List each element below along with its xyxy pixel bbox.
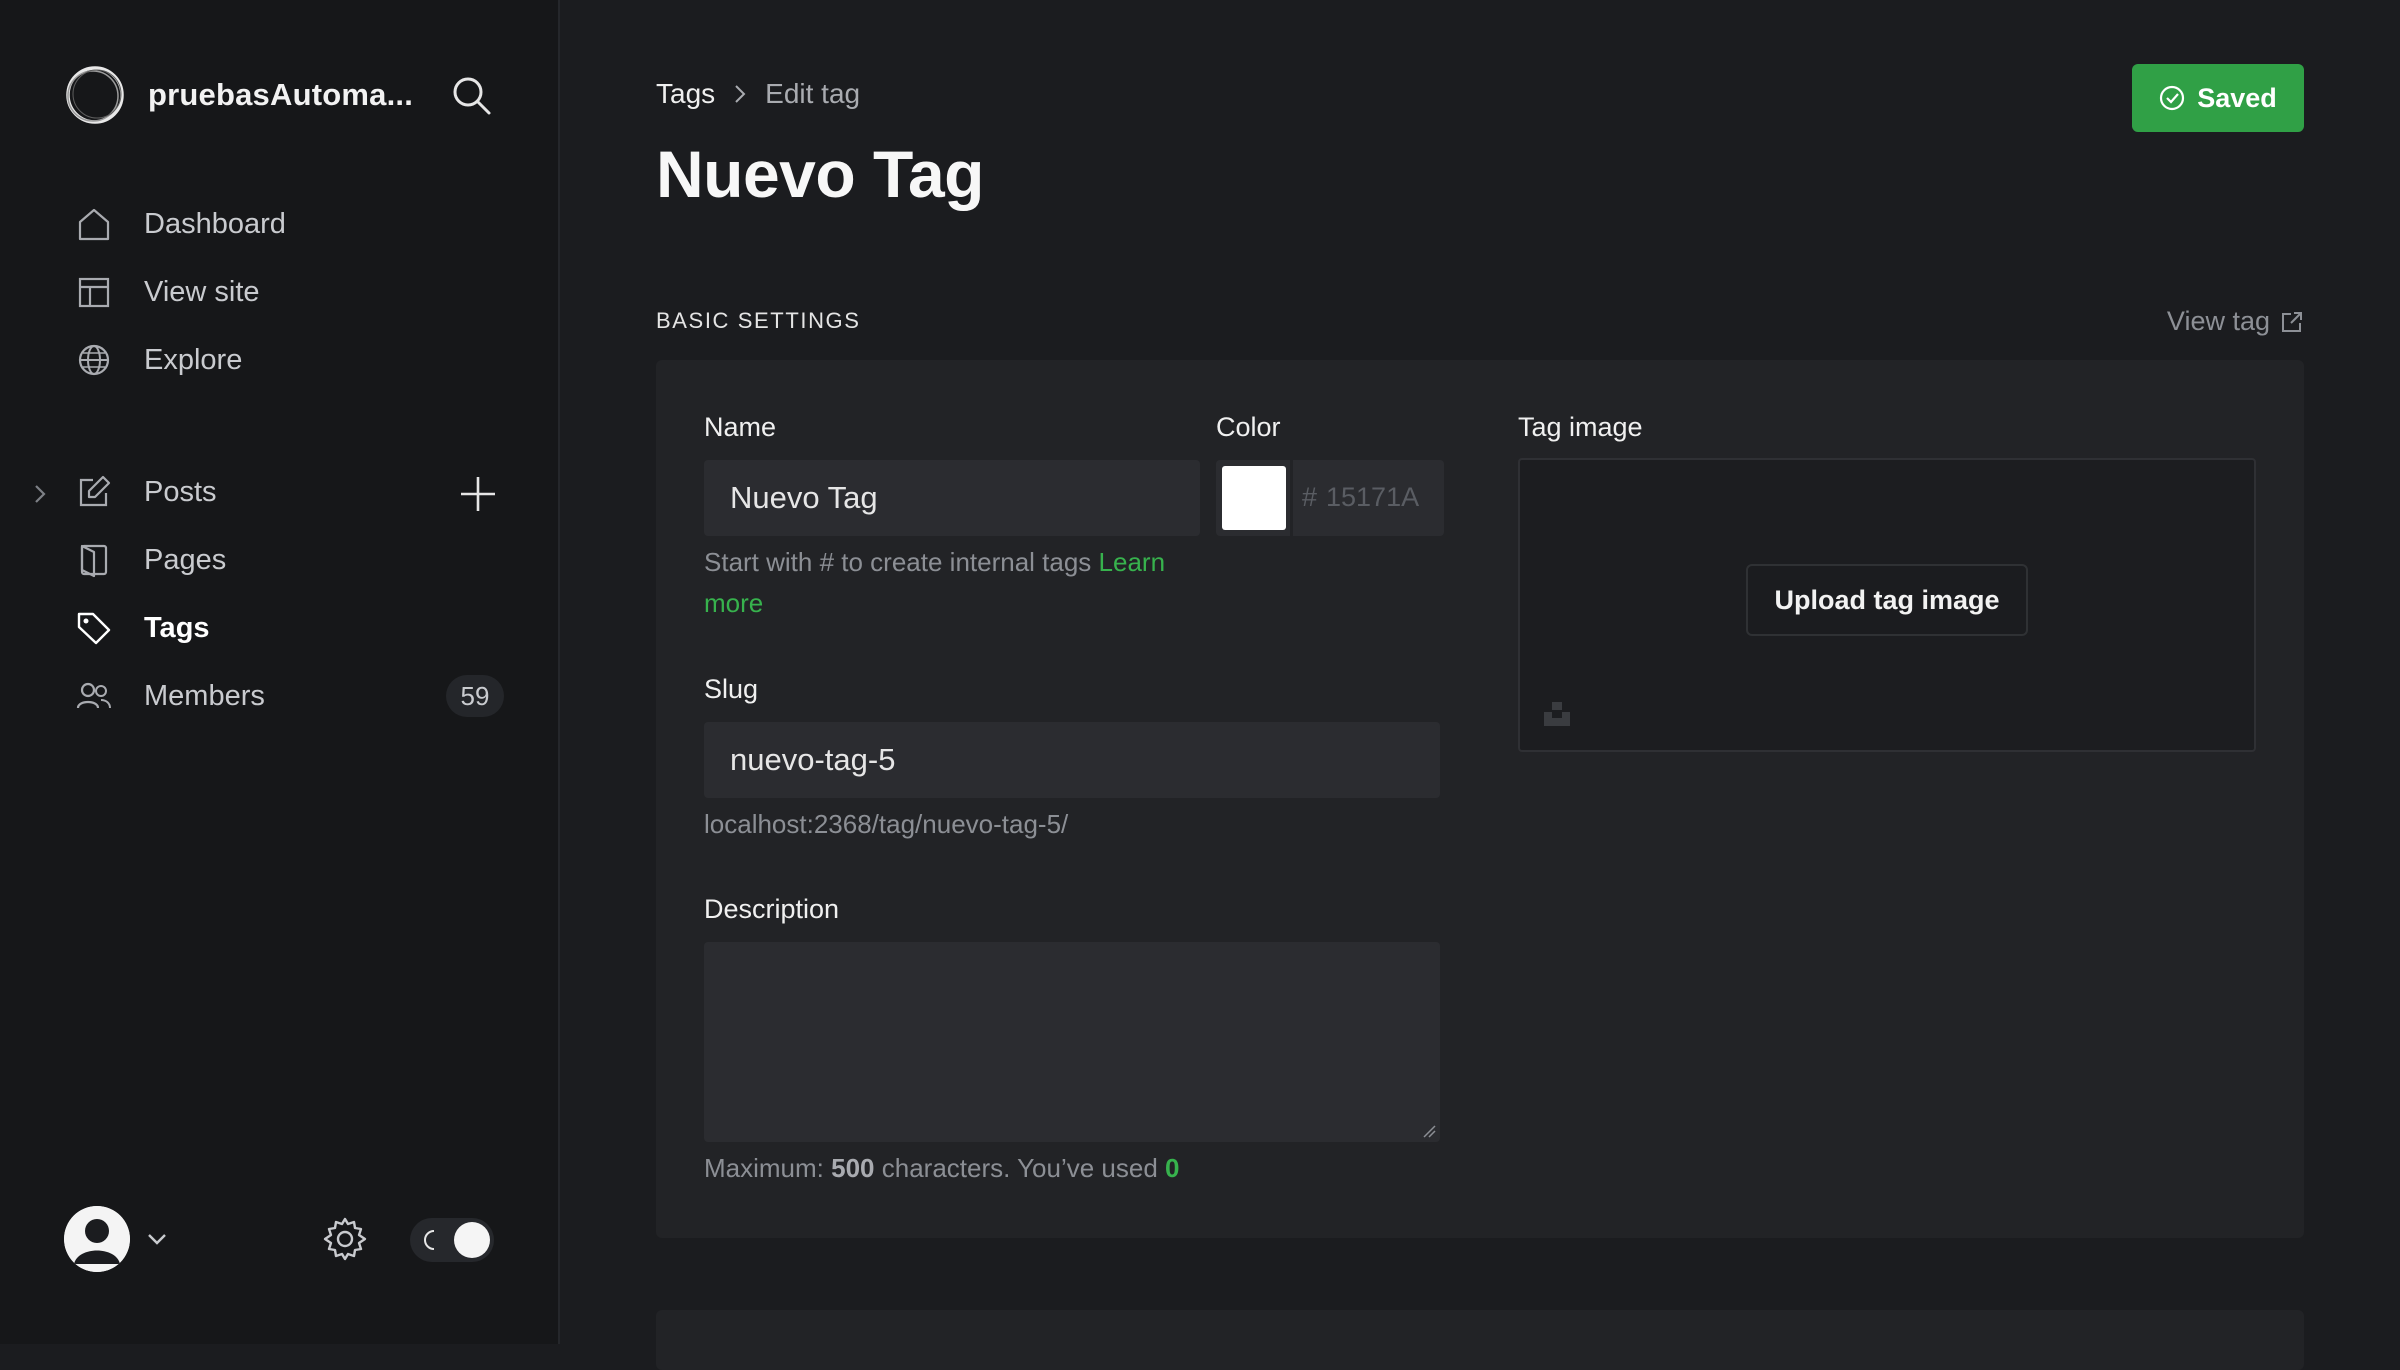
layout-icon bbox=[74, 272, 114, 312]
desc-hint-used: 0 bbox=[1165, 1153, 1180, 1183]
name-input[interactable]: Nuevo Tag bbox=[704, 460, 1200, 536]
next-section-panel bbox=[656, 1310, 2304, 1370]
theme-toggle[interactable] bbox=[410, 1218, 494, 1262]
brand[interactable]: pruebasAutoma... bbox=[64, 64, 413, 126]
sidebar-item-tags[interactable]: Tags bbox=[74, 602, 504, 654]
site-logo-icon bbox=[64, 64, 126, 126]
search-icon[interactable] bbox=[450, 74, 492, 116]
color-label: Color bbox=[1216, 412, 1281, 442]
desc-hint-middle: characters. You’ve used bbox=[874, 1153, 1166, 1183]
chevron-right-icon bbox=[729, 83, 751, 105]
sidebar-item-label: Posts bbox=[144, 475, 217, 508]
breadcrumb-current: Edit tag bbox=[765, 78, 861, 109]
color-hex-input[interactable]: 15171A bbox=[1326, 482, 1419, 513]
description-label: Description bbox=[704, 894, 840, 924]
name-label: Name bbox=[704, 412, 777, 442]
name-hint: Start with # to create internal tags Lea… bbox=[704, 542, 1224, 624]
view-tag-label: View tag bbox=[2166, 306, 2270, 336]
home-icon bbox=[74, 204, 114, 244]
user-menu[interactable] bbox=[64, 1206, 170, 1272]
slug-url: localhost:2368/tag/nuevo-tag-5/ bbox=[704, 809, 1069, 839]
name-hint-text: Start with # to create internal tags bbox=[704, 547, 1099, 577]
new-post-plus-icon[interactable] bbox=[456, 472, 500, 516]
pages-icon bbox=[74, 540, 114, 580]
sidebar-item-pages[interactable]: Pages bbox=[74, 534, 504, 586]
color-hash: # bbox=[1302, 482, 1318, 512]
main-content: Tags Edit tag Nuevo Tag Saved BASIC SETT… bbox=[560, 0, 2400, 1370]
globe-icon bbox=[74, 340, 114, 380]
save-button-label: Saved bbox=[2197, 82, 2277, 113]
sidebar-item-label: Pages bbox=[144, 543, 227, 576]
color-picker: # 15171A bbox=[1216, 460, 1444, 536]
learn-more-link[interactable]: Learn bbox=[1099, 547, 1166, 577]
sidebar-item-explore[interactable]: Explore bbox=[74, 334, 504, 386]
tag-image-dropzone[interactable]: Upload tag image bbox=[1518, 458, 2256, 752]
sidebar: pruebasAutoma... Dashboard View site Exp… bbox=[0, 0, 560, 1344]
tag-image-label: Tag image bbox=[1518, 412, 1643, 442]
site-name: pruebasAutoma... bbox=[148, 77, 414, 112]
save-button[interactable]: Saved bbox=[2132, 64, 2304, 132]
chevron-down-icon bbox=[144, 1226, 170, 1252]
desc-hint-max: 500 bbox=[831, 1153, 875, 1183]
divider bbox=[1290, 460, 1293, 536]
resize-grip-icon[interactable] bbox=[1422, 1124, 1436, 1138]
edit-icon bbox=[74, 472, 114, 512]
slug-input[interactable]: nuevo-tag-5 bbox=[704, 722, 1440, 798]
view-tag-link[interactable]: View tag bbox=[2167, 306, 2304, 337]
unsplash-icon[interactable] bbox=[1542, 698, 1572, 728]
upload-tag-image-button[interactable]: Upload tag image bbox=[1746, 564, 2028, 636]
members-count-badge: 59 bbox=[446, 675, 504, 717]
sidebar-item-dashboard[interactable]: Dashboard bbox=[74, 198, 504, 250]
section-heading: BASIC SETTINGS bbox=[656, 308, 861, 333]
sidebar-item-posts[interactable]: Posts bbox=[74, 466, 504, 518]
avatar bbox=[64, 1206, 130, 1272]
toggle-knob bbox=[454, 1222, 490, 1258]
members-icon bbox=[74, 676, 114, 716]
desc-hint-prefix: Maximum: bbox=[704, 1153, 832, 1183]
breadcrumb-tags-link[interactable]: Tags bbox=[656, 78, 715, 110]
breadcrumb: Tags Edit tag bbox=[656, 78, 860, 110]
moon-icon bbox=[420, 1228, 444, 1252]
sidebar-item-label: Explore bbox=[144, 343, 243, 376]
basic-settings-panel: Name Nuevo Tag Start with # to create in… bbox=[656, 360, 2304, 1238]
external-link-icon bbox=[2280, 310, 2304, 334]
description-hint: Maximum: 500 characters. You’ve used 0 bbox=[704, 1148, 1180, 1189]
slug-label: Slug bbox=[704, 674, 759, 704]
page-title: Nuevo Tag bbox=[656, 137, 984, 211]
sidebar-item-label: View site bbox=[144, 275, 260, 308]
sidebar-item-label: Dashboard bbox=[144, 207, 286, 240]
sidebar-item-view-site[interactable]: View site bbox=[74, 266, 504, 318]
learn-more-link-cont[interactable]: more bbox=[704, 588, 763, 618]
description-textarea[interactable] bbox=[704, 942, 1440, 1142]
sidebar-item-label: Tags bbox=[144, 611, 210, 644]
sidebar-item-members[interactable]: Members 59 bbox=[74, 670, 504, 722]
check-circle-icon bbox=[2159, 85, 2185, 111]
sidebar-item-label: Members bbox=[144, 679, 265, 712]
color-swatch[interactable] bbox=[1222, 466, 1286, 530]
posts-expand-chevron-icon[interactable] bbox=[28, 482, 52, 506]
gear-icon[interactable] bbox=[322, 1216, 368, 1262]
tag-icon bbox=[74, 608, 114, 648]
